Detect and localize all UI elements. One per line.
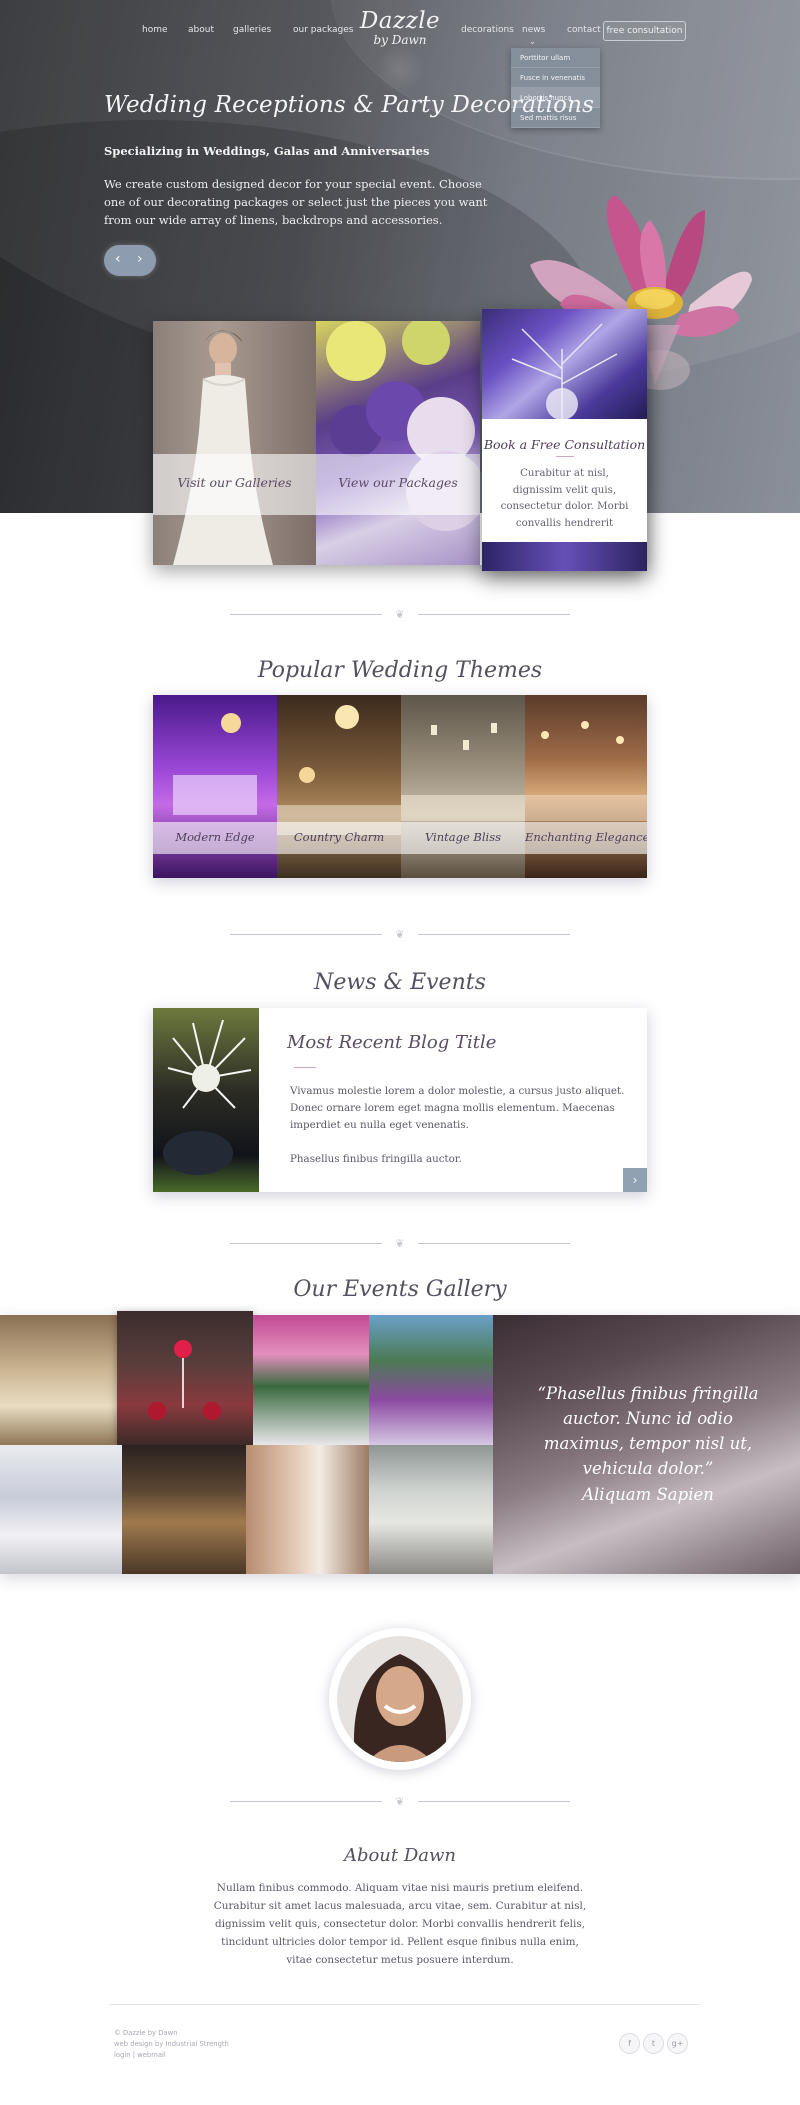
divider-ornament-icon: ❦: [395, 928, 405, 941]
logo-ornament: [375, 44, 425, 94]
events-gallery: “Phasellus finibus fringilla auctor. Nun…: [0, 1311, 800, 1574]
theme-label: Vintage Bliss: [424, 830, 502, 844]
hero-slider-controls: ‹ ›: [104, 245, 156, 276]
themes-grid: Modern Edge Country Charm Vintage Bliss …: [153, 695, 647, 878]
avatar: [337, 1636, 463, 1762]
twitter-icon[interactable]: t: [643, 2033, 664, 2054]
section-divider: ❦: [230, 608, 570, 622]
nav-news[interactable]: news: [522, 25, 545, 35]
packages-panel[interactable]: View our Packages: [316, 321, 480, 565]
divider: [556, 456, 574, 457]
themes-title: Popular Wedding Themes: [257, 658, 543, 683]
gallery-image[interactable]: [117, 1311, 253, 1445]
bride-image: [173, 330, 273, 565]
galleries-link[interactable]: Visit our Galleries: [153, 475, 316, 490]
section-divider: ❦: [230, 1237, 570, 1251]
logo-line1: Dazzle: [359, 8, 441, 34]
news-card: Most Recent Blog Title Vivamus molestie …: [153, 1008, 647, 1192]
testimonial-author: Aliquam Sapien: [582, 1485, 714, 1504]
theme-card[interactable]: Country Charm: [277, 695, 401, 878]
decor-image-bottom: [482, 542, 647, 571]
gallery-image[interactable]: [253, 1315, 369, 1445]
site-logo[interactable]: Dazzle by Dawn: [355, 8, 445, 94]
book-consultation-card[interactable]: Book a Free Consultation Curabitur at ni…: [482, 309, 647, 571]
post-excerpt: Vivamus molestie lorem a dolor molestie,…: [290, 1085, 625, 1131]
about-text: Nullam finibus commodo. Aliquam vitae ni…: [213, 1882, 587, 1966]
next-arrow-icon[interactable]: ›: [623, 1168, 647, 1192]
footer-text: © Dazzle by Dawn web design by Industria…: [114, 2028, 229, 2061]
post-title[interactable]: Most Recent Blog Title: [287, 1032, 496, 1053]
blog-image[interactable]: [153, 1008, 259, 1192]
consultation-title[interactable]: Book a Free Consultation: [482, 437, 647, 452]
divider-ornament-icon: ❦: [395, 608, 405, 621]
nav-about[interactable]: about: [188, 25, 214, 35]
nav-galleries[interactable]: galleries: [233, 25, 271, 35]
section-divider: ❦: [230, 928, 570, 942]
gallery-image[interactable]: [0, 1315, 117, 1445]
nav-contact[interactable]: contact: [567, 25, 601, 35]
gallery-image[interactable]: [0, 1445, 122, 1574]
copyright: © Dazzle by Dawn: [114, 2029, 178, 2037]
theme-label: Country Charm: [293, 830, 385, 844]
facebook-icon[interactable]: f: [619, 2033, 640, 2054]
gallery-image[interactable]: [122, 1445, 246, 1574]
theme-label: Enchanting Elegance: [525, 830, 647, 844]
prev-arrow-icon[interactable]: ‹: [115, 251, 121, 267]
about-title: About Dawn: [343, 1845, 457, 1866]
nav-home[interactable]: home: [142, 25, 168, 35]
hero-subtitle: Specializing in Weddings, Galas and Anni…: [104, 144, 430, 158]
free-consultation-button[interactable]: free consultation: [603, 21, 686, 41]
news-title: News & Events: [314, 970, 486, 995]
avatar-frame: [329, 1628, 471, 1770]
section-divider: ❦: [230, 1795, 570, 1809]
hero-description: We create custom designed decor for your…: [104, 177, 488, 227]
gallery-image[interactable]: [369, 1315, 493, 1445]
flowers-image: [326, 321, 480, 531]
footer-divider: [110, 2004, 700, 2005]
theme-card[interactable]: Modern Edge: [153, 695, 277, 878]
dropdown-item[interactable]: Fusce in venenatis: [511, 68, 600, 88]
design-credit[interactable]: web design by Industrial Strength: [114, 2039, 229, 2050]
divider: [294, 1067, 316, 1068]
theme-card[interactable]: Enchanting Elegance: [525, 695, 647, 878]
nav-decorations[interactable]: decorations: [461, 25, 514, 35]
consultation-text: Curabitur at nisl, dignissim velit quis,…: [500, 468, 629, 529]
next-arrow-icon[interactable]: ›: [137, 251, 143, 267]
packages-link[interactable]: View our Packages: [316, 475, 480, 490]
gallery-title: Our Events Gallery: [293, 1277, 507, 1302]
hero-title: Wedding Receptions & Party Decorations: [104, 92, 595, 118]
decor-image: [482, 309, 647, 419]
post-excerpt-2: Phasellus finibus fringilla auctor.: [290, 1153, 462, 1165]
galleries-panel[interactable]: Visit our Galleries: [153, 321, 316, 565]
divider-ornament-icon: ❦: [395, 1795, 405, 1808]
gallery-image[interactable]: [369, 1445, 493, 1574]
theme-card[interactable]: Vintage Bliss: [401, 695, 525, 878]
testimonial-quote: “Phasellus finibus fringilla auctor. Nun…: [537, 1384, 759, 1478]
theme-label: Modern Edge: [175, 830, 255, 844]
gallery-image[interactable]: [246, 1445, 369, 1574]
chevron-down-icon: ⌄: [529, 37, 536, 46]
nav-packages[interactable]: our packages: [293, 25, 353, 35]
testimonial-panel: “Phasellus finibus fringilla auctor. Nun…: [493, 1315, 800, 1574]
login-links[interactable]: login | webmail: [114, 2050, 229, 2061]
divider-ornament-icon: ❦: [395, 1237, 405, 1250]
dropdown-item[interactable]: Porttitor ullam: [511, 48, 600, 68]
google-plus-icon[interactable]: g+: [667, 2033, 688, 2054]
